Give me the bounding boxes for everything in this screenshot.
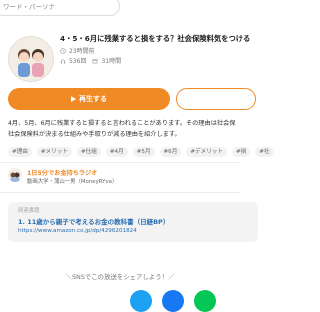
divider [0,192,240,193]
tag-item[interactable]: #社 [255,147,274,157]
book-section-label: 関連書籍 [18,208,40,214]
headphones-icon [60,58,66,64]
episode-title: 4・5・6月に残業すると損をする？社会保険料気をつける [60,34,250,43]
channel-name-link[interactable]: 1日5分でお金持ちラジオ [27,168,97,177]
tag-item[interactable]: #仕組 [76,147,101,157]
play-button[interactable]: 再生する [8,88,170,110]
channel-hosts: 動画大学・蒲山一男（MoneyRYva） [27,179,118,185]
plays-count: 536回 [69,58,87,65]
tag-item[interactable]: #4月 [105,147,128,157]
line-share-icon[interactable] [194,290,216,312]
play-button-label: 再生する [79,95,107,103]
play-icon [71,96,76,102]
channel-avatar[interactable] [8,168,22,182]
book-title: 1. 11歳から親子で考えるお金の教科書（日経BP） [18,218,170,226]
date-text: 31時間 [101,58,122,65]
share-prompt: ＼SNSでこの放送をシェアしよう！／ [65,273,175,281]
tag-item[interactable]: #デメリット [186,147,227,157]
calendar-icon [92,58,98,64]
tag-item[interactable]: #6月 [159,147,182,157]
episode-stats: 536回 31時間 [60,56,121,65]
episode-thumbnail [8,36,54,82]
twitter-share-icon[interactable] [130,290,152,312]
clock-icon [60,47,66,54]
book-link[interactable]: https://www.amazon.co.jp/dp/4296201824 [18,228,137,234]
tag-item[interactable]: #メリット [36,147,72,157]
divider [0,162,240,163]
duration-text: 23時間前 [69,48,95,55]
secondary-action-button[interactable] [176,88,256,110]
description-line-2: 社会保険料が決まる仕組みや手取りが減る理由を紹介します。 [8,131,181,138]
episode-description: 4月、5月、6月に残業すると損すると言われることがあります。その理由は社会保 社… [8,118,244,140]
related-book-card: 関連書籍 1. 11歳から親子で考えるお金の教科書（日経BP） https://… [8,202,258,242]
search-input[interactable]: ワード・パーソナ [0,0,120,16]
facebook-share-icon[interactable] [162,290,184,312]
episode-duration: 23時間前 [60,46,95,55]
hosts-illustration [18,49,44,77]
tag-item[interactable]: #損 [232,147,251,157]
tag-item[interactable]: #理由 [8,147,32,157]
description-line-1: 4月、5月、6月に残業すると損すると言われることがあります。その理由は社会保 [8,120,236,127]
tag-list: #理由 #メリット #仕組 #4月 #5月 #6月 #デメリット #損 #社 [8,147,279,157]
tag-item[interactable]: #5月 [132,147,155,157]
